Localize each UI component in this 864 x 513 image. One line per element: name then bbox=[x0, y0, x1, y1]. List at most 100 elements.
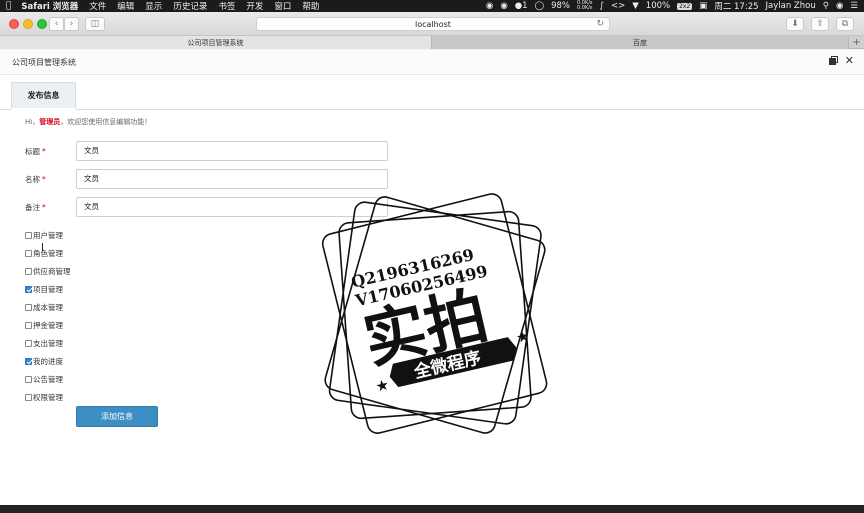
permission-item[interactable]: 成本管理 bbox=[25, 298, 71, 316]
greeting-text: Hi，管理员，欢迎您使用信息编辑功能！ bbox=[25, 117, 151, 127]
permission-item[interactable]: 我的进度 bbox=[25, 352, 71, 370]
menu-edit[interactable]: 编辑 bbox=[117, 0, 134, 12]
menu-file[interactable]: 文件 bbox=[89, 0, 106, 12]
permission-label: 权限管理 bbox=[33, 392, 63, 402]
download-icon: ⬇ bbox=[791, 19, 799, 29]
user-name[interactable]: Jaylan Zhou bbox=[766, 1, 816, 11]
back-button[interactable]: ‹ bbox=[49, 17, 64, 31]
window-close-button[interactable] bbox=[9, 19, 19, 29]
notification-list-icon[interactable]: ☰ bbox=[850, 1, 858, 11]
sogou-icon[interactable]: ▣ bbox=[699, 1, 707, 11]
battery-percent: 98% bbox=[551, 1, 571, 11]
sidebar-button[interactable]: ◫ bbox=[85, 17, 105, 31]
permission-checkbox[interactable] bbox=[25, 339, 32, 347]
permission-checkbox[interactable] bbox=[25, 231, 32, 239]
tabs-icon: ⧉ bbox=[841, 19, 849, 29]
permission-checkbox[interactable] bbox=[25, 285, 32, 293]
permission-item[interactable]: 项目管理 bbox=[25, 280, 71, 298]
search-icon[interactable]: ⚲ bbox=[823, 1, 829, 11]
display-badge[interactable]: 2x2 bbox=[677, 2, 693, 10]
greeting-prefix: Hi， bbox=[25, 118, 40, 126]
new-tab-button[interactable]: + bbox=[849, 36, 864, 48]
window-zoom-button[interactable] bbox=[37, 19, 47, 29]
screen:  Safari 浏览器 文件 编辑 显示 历史记录 书签 开发 窗口 帮助 ◉… bbox=[0, 0, 864, 513]
name-label: 名称 * bbox=[25, 174, 46, 185]
permission-item[interactable]: 支出管理 bbox=[25, 334, 71, 352]
permission-checkbox[interactable] bbox=[25, 321, 32, 329]
permission-checkbox[interactable] bbox=[25, 393, 32, 401]
permission-item[interactable]: 供应商管理 bbox=[25, 262, 71, 280]
share-icon: ⇧ bbox=[816, 19, 824, 29]
restore-icon[interactable] bbox=[828, 56, 838, 65]
bluetooth-icon[interactable]: ∫ bbox=[600, 1, 604, 11]
required-mark: * bbox=[42, 175, 46, 184]
permission-checkbox[interactable] bbox=[25, 267, 32, 275]
star-icon: ★ bbox=[514, 327, 531, 348]
permission-checkbox[interactable] bbox=[25, 357, 32, 365]
siri-icon[interactable]: ◉ bbox=[836, 1, 843, 11]
title-row: 标题 * 文员 bbox=[25, 141, 405, 161]
menu-history[interactable]: 历史记录 bbox=[173, 0, 207, 12]
menu-bookmarks[interactable]: 书签 bbox=[218, 0, 235, 12]
forward-button[interactable]: › bbox=[64, 17, 79, 31]
permission-item[interactable]: 角色管理 bbox=[25, 244, 71, 262]
name-input[interactable]: 文员 bbox=[76, 169, 388, 189]
clock[interactable]: 周二 17:25 bbox=[714, 0, 758, 12]
required-mark: * bbox=[42, 147, 46, 156]
permission-item[interactable]: 用户管理 bbox=[25, 226, 71, 244]
menu-help[interactable]: 帮助 bbox=[302, 0, 319, 12]
browser-toolbar: ‹ › ◫ localhost ↻ ⬇ ⇧ ⧉ bbox=[0, 12, 864, 36]
permission-label: 我的进度 bbox=[33, 356, 63, 366]
permission-checkbox[interactable] bbox=[25, 375, 32, 383]
menu-view[interactable]: 显示 bbox=[145, 0, 162, 12]
tab-baidu[interactable]: 百度 bbox=[432, 36, 849, 49]
qq-icon[interactable]: ●1 bbox=[515, 1, 528, 11]
wifi-icon[interactable]: ▼ bbox=[632, 1, 639, 11]
address-bar[interactable]: localhost ↻ bbox=[256, 17, 610, 31]
greeting-role: 管理员 bbox=[39, 118, 61, 126]
panel-header: 公司项目管理系统 ✕ bbox=[0, 50, 864, 75]
code-icon[interactable]: <> bbox=[611, 1, 625, 11]
chevron-right-icon: › bbox=[69, 19, 74, 29]
permission-checkbox[interactable] bbox=[25, 303, 32, 311]
text-cursor bbox=[42, 243, 43, 251]
title-input[interactable]: 文员 bbox=[76, 141, 388, 161]
panel-controls: ✕ bbox=[828, 55, 854, 66]
menu-safari[interactable]: Safari 浏览器 bbox=[21, 0, 78, 12]
close-icon[interactable]: ✕ bbox=[845, 55, 854, 66]
required-mark: * bbox=[42, 203, 46, 212]
reload-icon[interactable]: ↻ bbox=[596, 19, 604, 29]
macos-menubar:  Safari 浏览器 文件 编辑 显示 历史记录 书签 开发 窗口 帮助 ◉… bbox=[0, 0, 864, 12]
sidebar-icon: ◫ bbox=[90, 19, 100, 29]
tab-project-system[interactable]: 公司项目管理系统 bbox=[0, 36, 432, 49]
tabs-overview-button[interactable]: ⧉ bbox=[836, 17, 854, 31]
tab-publish-info[interactable]: 发布信息 bbox=[11, 82, 76, 110]
battery-ring-icon[interactable]: ◯ bbox=[535, 1, 545, 11]
star-icon: ★ bbox=[374, 375, 391, 396]
net-down: 0.0K/s bbox=[577, 5, 593, 11]
permission-checklist: 用户管理 角色管理 供应商管理 项目管理 成本管理押金管理支出管理我的进度公告管理权限管… bbox=[25, 226, 71, 406]
name-row: 名称 * 文员 bbox=[25, 169, 405, 189]
menu-window[interactable]: 窗口 bbox=[274, 0, 291, 12]
downloads-button[interactable]: ⬇ bbox=[786, 17, 804, 31]
permission-item[interactable]: 公告管理 bbox=[25, 370, 71, 388]
apple-logo-icon[interactable]:  bbox=[6, 1, 11, 11]
permission-item[interactable]: 押金管理 bbox=[25, 316, 71, 334]
window-minimize-button[interactable] bbox=[23, 19, 33, 29]
network-speed: 0.0K/s 0.0K/s bbox=[577, 1, 593, 11]
permission-checkbox[interactable] bbox=[25, 249, 32, 257]
permission-label: 公告管理 bbox=[33, 374, 63, 384]
greeting-suffix: ，欢迎您使用信息编辑功能！ bbox=[60, 118, 152, 126]
title-label: 标题 * bbox=[25, 146, 46, 157]
wechat-icon[interactable]: ◉ bbox=[500, 1, 507, 11]
permission-label: 押金管理 bbox=[33, 320, 63, 330]
record-icon[interactable]: ◉ bbox=[486, 1, 493, 11]
url-text: localhost bbox=[415, 19, 451, 29]
permission-label: 支出管理 bbox=[33, 338, 63, 348]
share-button[interactable]: ⇧ bbox=[811, 17, 829, 31]
name-label-text: 名称 bbox=[25, 175, 40, 184]
add-info-button[interactable]: 添加信息 bbox=[76, 406, 158, 427]
page-content: 公司项目管理系统 ✕ 发布信息 Hi，管理员，欢迎您使用信息编辑功能！ 标题 * … bbox=[0, 50, 864, 505]
menu-develop[interactable]: 开发 bbox=[246, 0, 263, 12]
permission-item[interactable]: 权限管理 bbox=[25, 388, 71, 406]
